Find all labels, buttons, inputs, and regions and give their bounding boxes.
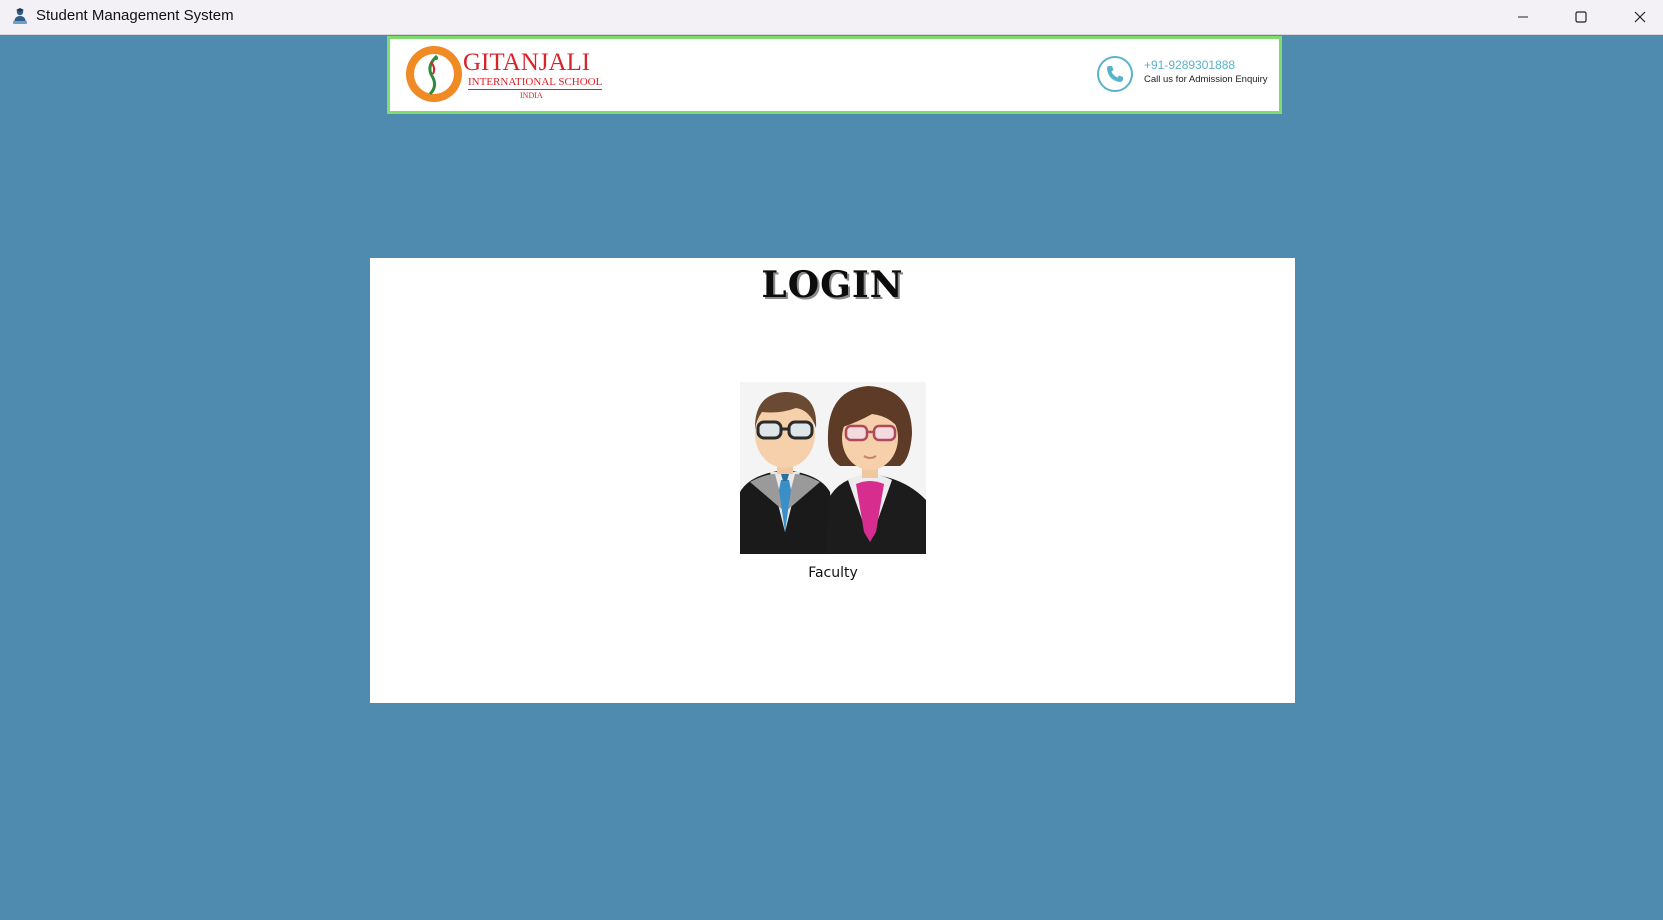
school-name: GITANJALI (463, 49, 591, 76)
app-window: Student Management System GITANJALI INTE… (0, 0, 1663, 920)
maximize-button[interactable] (1552, 0, 1610, 34)
login-panel: LOGIN Faculty (370, 258, 1295, 703)
close-icon (1634, 11, 1646, 23)
school-banner: GITANJALI INTERNATIONAL SCHOOL INDIA +91… (387, 36, 1282, 114)
faculty-avatar-icon (740, 382, 926, 554)
phone-caption: Call us for Admission Enquiry (1144, 74, 1268, 85)
window-title: Student Management System (36, 7, 234, 24)
minimize-button[interactable] (1494, 0, 1552, 34)
maximize-icon (1575, 11, 1587, 23)
login-heading: LOGIN (761, 264, 904, 306)
phone-number: +91-9289301888 (1144, 58, 1236, 72)
title-bar[interactable]: Student Management System (0, 0, 1663, 35)
school-subtitle: INTERNATIONAL SCHOOL (468, 76, 603, 90)
close-button[interactable] (1611, 0, 1663, 34)
school-country: INDIA (520, 91, 543, 100)
school-emblem-icon (404, 44, 464, 104)
minimize-icon (1518, 16, 1528, 18)
faculty-label[interactable]: Faculty (740, 565, 926, 581)
app-icon (10, 7, 30, 27)
faculty-login-button[interactable] (740, 382, 926, 554)
phone-icon (1096, 55, 1134, 93)
